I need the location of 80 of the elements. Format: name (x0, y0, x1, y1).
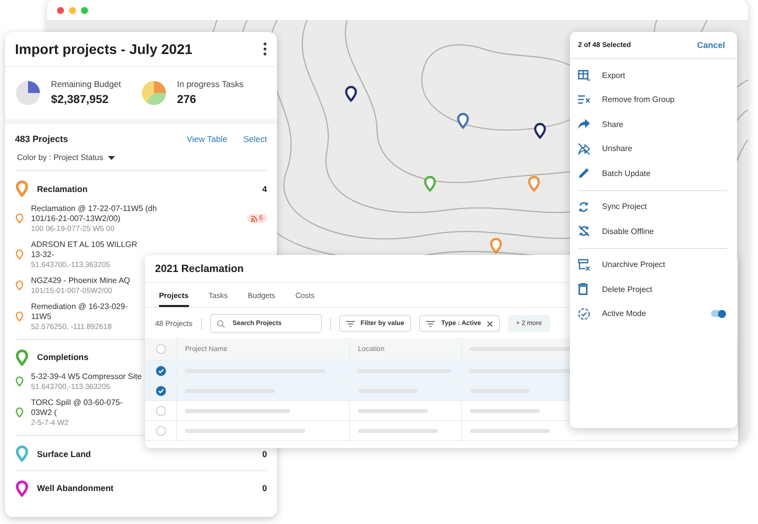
cancel-link[interactable]: Cancel (697, 40, 725, 50)
menu-item-label: Sync Project (602, 202, 648, 212)
group-count: 0 (262, 483, 267, 494)
share-icon (578, 119, 590, 130)
menu-item-label: Delete Project (602, 284, 654, 294)
project-title: Remediation @ 16-23-029-11W5 (31, 302, 129, 322)
map-pin-icon (15, 348, 29, 366)
menu-item-label: Share (602, 120, 624, 129)
link[interactable]: View Table (186, 134, 228, 144)
menu-item[interactable]: Export (578, 63, 727, 88)
menu-item-label: Export (602, 70, 626, 80)
menu-item[interactable]: Batch Update (578, 161, 727, 186)
map-pin-icon[interactable] (344, 85, 358, 103)
close-icon[interactable] (486, 320, 493, 326)
toggle-switch[interactable] (711, 310, 725, 318)
map-pin-icon (15, 212, 24, 224)
project-title: ADRSON ET AL 105 WILLGR 13-32- (31, 240, 138, 260)
link[interactable]: Select (243, 134, 267, 144)
checkbox[interactable] (156, 366, 166, 376)
checkbox[interactable] (156, 386, 166, 396)
pie-chart-icon (141, 80, 167, 106)
window-control[interactable] (81, 6, 88, 14)
stat-value: 276 (177, 94, 198, 106)
project-count: 483 Projects (15, 134, 70, 144)
checkbox[interactable] (156, 426, 166, 436)
trash-icon (578, 283, 588, 296)
menu-item-label: Disable Offline (602, 226, 655, 236)
map-pin-icon (15, 280, 24, 292)
project-title: Reclamation @ 17-22-07-11W5 (dh 101/16-21-007-13W2/00) (31, 204, 158, 224)
map-pin-icon (15, 445, 29, 462)
panel-title: Import projects - July 2021 (15, 41, 192, 57)
menu-item[interactable]: Disable Offline (578, 219, 727, 244)
project-title: TORC Spill @ 03-60-075-03W2 ( (31, 398, 124, 418)
menu-item[interactable]: Remove from Group (578, 88, 727, 112)
group-count: 0 (262, 448, 267, 459)
filter-icon (426, 320, 436, 326)
checkbox[interactable] (156, 344, 166, 354)
color-by-dropdown[interactable]: Color by : Project Status (15, 153, 267, 171)
map-pin-icon[interactable] (533, 122, 547, 140)
signal-icon (251, 216, 258, 222)
map-pin-icon (15, 376, 24, 388)
pie-chart-icon (15, 80, 41, 106)
map-pin-icon (15, 180, 29, 198)
menu-item-label: Remove from Group (602, 95, 676, 104)
more-options-icon[interactable] (263, 42, 267, 56)
menu-item-label: Unarchive Project (602, 260, 666, 270)
filter-icon (346, 320, 355, 326)
checkbox[interactable] (156, 406, 166, 416)
group-title: Surface Land (37, 448, 92, 459)
menu-item[interactable]: Sync Project (578, 194, 727, 219)
menu-item[interactable]: Unshare (578, 136, 727, 161)
list-remove-icon (578, 95, 590, 104)
group-count: 4 (262, 184, 267, 194)
stat-value: $2,387,952 (51, 94, 110, 106)
stat-label: Remaining Budget (51, 79, 121, 89)
menu-item[interactable]: Share (578, 112, 727, 136)
pencil-icon (578, 167, 590, 180)
archive-icon (578, 258, 590, 271)
unshare-icon (578, 142, 590, 155)
menu-item-label: Active Mode (602, 309, 648, 318)
group-title: Completions (37, 352, 90, 362)
sync-off-icon (578, 225, 590, 238)
map-pin-icon (15, 480, 29, 497)
menu-item-label: Unshare (602, 144, 634, 154)
map-pin-icon (15, 407, 24, 419)
map-pin-icon (15, 248, 24, 260)
group-title: Reclamation (37, 184, 89, 194)
search-icon (216, 320, 225, 328)
stat-label: In progress Tasks (177, 79, 244, 89)
group-title: Well Abandonment (37, 483, 114, 494)
window-control[interactable] (57, 6, 64, 14)
caret-icon (108, 156, 116, 160)
map-pin-icon (15, 310, 24, 322)
menu-item[interactable]: Unarchive Project (578, 252, 727, 277)
check-circle-icon (578, 308, 590, 320)
project-title: 5-32-39-4 W5 Compressor Site (31, 372, 142, 382)
project-title: NGZ429 - Phoenix Mine AQ (31, 276, 130, 286)
table-icon (578, 70, 590, 81)
sync-icon (578, 200, 589, 213)
menu-item-label: Batch Update (602, 168, 652, 178)
